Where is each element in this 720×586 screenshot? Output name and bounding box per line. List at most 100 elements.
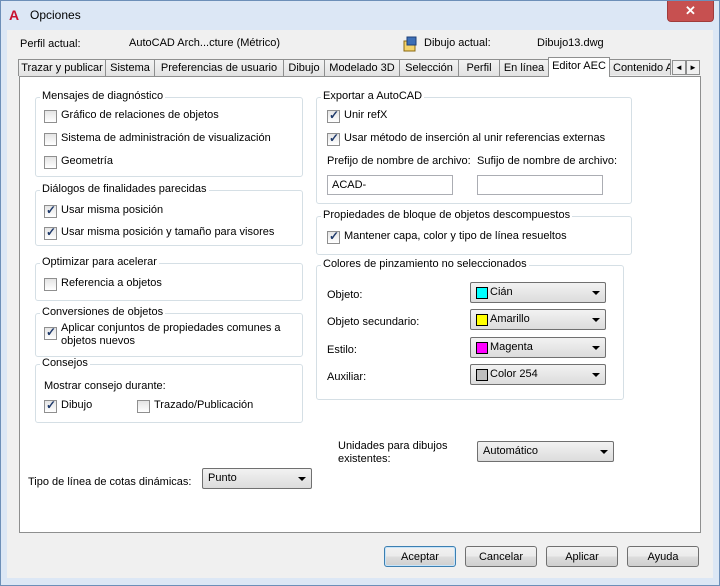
tab-system[interactable]: Sistema (105, 59, 155, 76)
similar-dialogs-title: Diálogos de finalidades parecidas (40, 183, 209, 195)
profile-value: AutoCAD Arch...cture (Métrico) (129, 37, 280, 49)
grip-auxiliary-label: Auxiliar: (327, 371, 367, 383)
object-reference-label: Referencia a objetos (61, 277, 162, 289)
export-title: Exportar a AutoCAD (321, 90, 425, 102)
conversions-title: Conversiones de objetos (40, 306, 166, 318)
same-position-checkbox[interactable] (44, 203, 57, 218)
grip-colors-title: Colores de pinzamiento no seleccionados (321, 258, 529, 270)
grip-subobject-label: Objeto secundario: (327, 316, 420, 328)
tab-online[interactable]: En línea (499, 59, 549, 76)
chevron-down-icon (592, 346, 600, 350)
aec-editor-panel: Mensajes de diagnóstico Gráfico de relac… (19, 76, 701, 533)
grip-colors-group: Colores de pinzamiento no seleccionados … (316, 258, 624, 400)
keep-layer-color-checkbox[interactable] (327, 229, 340, 244)
object-reference-checkbox[interactable] (44, 278, 57, 291)
apply-property-sets-checkbox[interactable] (44, 325, 57, 340)
diagnostics-group: Mensajes de diagnóstico Gráfico de relac… (35, 90, 303, 177)
same-position-size-label: Usar misma posición y tamaño para visore… (61, 226, 275, 238)
cyan-swatch (476, 287, 488, 299)
dim-linetype-dropdown[interactable]: Punto (202, 468, 312, 489)
tab-user-preferences[interactable]: Preferencias de usuario (154, 59, 284, 76)
title-bar[interactable]: A Opciones ✕ (1, 1, 719, 31)
units-dropdown[interactable]: Automático (477, 441, 614, 462)
tab-profile[interactable]: Perfil (458, 59, 500, 76)
tab-scroll-right-button[interactable]: ► (686, 60, 700, 75)
bind-xref-label: Unir refX (344, 109, 388, 121)
drawing-label: Dibujo actual: (424, 37, 491, 49)
help-button[interactable]: Ayuda (627, 546, 699, 567)
tab-selection[interactable]: Selección (399, 59, 459, 76)
display-system-label: Sistema de administración de visualizaci… (61, 132, 271, 144)
tips-group: Consejos Mostrar consejo durante: Dibujo… (35, 357, 303, 423)
similar-dialogs-group: Diálogos de finalidades parecidas Usar m… (35, 183, 303, 246)
prefix-input[interactable]: ACAD- (327, 175, 453, 195)
magenta-swatch (476, 342, 488, 354)
tips-plot-publish-label: Trazado/Publicación (154, 399, 254, 411)
dim-linetype-value: Punto (208, 472, 237, 484)
suffix-label: Sufijo de nombre de archivo: (477, 155, 618, 167)
diagnostics-title: Mensajes de diagnóstico (40, 90, 166, 102)
optimize-title: Optimizar para acelerar (40, 256, 159, 268)
grip-auxiliary-value: Color 254 (490, 368, 538, 380)
units-value: Automático (483, 445, 539, 457)
gray-swatch (476, 369, 488, 381)
grip-subobject-value: Amarillo (490, 313, 530, 325)
block-props-group: Propiedades de bloque de objetos descomp… (316, 209, 632, 255)
same-position-size-checkbox[interactable] (44, 225, 57, 240)
apply-property-sets-label-line1: Aplicar conjuntos de propiedades comunes… (61, 322, 281, 334)
apply-button[interactable]: Aplicar (546, 546, 618, 567)
drawing-icon (403, 36, 417, 52)
grip-subobject-dropdown[interactable]: Amarillo (470, 309, 606, 330)
close-button[interactable]: ✕ (667, 1, 714, 22)
chevron-down-icon (592, 291, 600, 295)
grip-auxiliary-dropdown[interactable]: Color 254 (470, 364, 606, 385)
tab-scroll-left-button[interactable]: ◄ (672, 60, 686, 75)
units-label-line1: Unidades para dibujos (338, 440, 448, 452)
drawing-value: Dibujo13.dwg (537, 37, 604, 49)
keep-layer-color-label: Mantener capa, color y tipo de línea res… (344, 230, 567, 242)
insert-method-label: Usar método de inserción al unir referen… (344, 132, 606, 144)
options-dialog: A Opciones ✕ Perfil actual: AutoCAD Arch… (0, 0, 720, 586)
bind-xref-checkbox[interactable] (327, 108, 340, 123)
grip-object-dropdown[interactable]: Cián (470, 282, 606, 303)
insert-method-checkbox[interactable] (327, 131, 340, 146)
tab-aec-content[interactable]: Contenido A (609, 59, 671, 75)
tips-plot-publish-checkbox[interactable] (137, 400, 150, 413)
profile-label: Perfil actual: (20, 38, 81, 50)
yellow-swatch (476, 314, 488, 326)
suffix-input[interactable] (477, 175, 603, 195)
grip-style-label: Estilo: (327, 344, 357, 356)
prefix-label: Prefijo de nombre de archivo: (327, 155, 471, 167)
grip-style-value: Magenta (490, 341, 533, 353)
tab-strip: Trazar y publicar Sistema Preferencias d… (17, 57, 707, 77)
object-relation-graph-label: Gráfico de relaciones de objetos (61, 109, 219, 121)
tab-drafting[interactable]: Dibujo (283, 59, 325, 76)
chevron-down-icon (600, 450, 608, 454)
tips-drawing-checkbox[interactable] (44, 398, 57, 413)
grip-object-value: Cián (490, 286, 513, 298)
apply-property-sets-label-line2: objetos nuevos (61, 335, 135, 347)
tab-3d-modeling[interactable]: Modelado 3D (324, 59, 400, 76)
optimize-group: Optimizar para acelerar Referencia a obj… (35, 256, 303, 301)
conversions-group: Conversiones de objetos Aplicar conjunto… (35, 306, 303, 357)
tips-subtitle: Mostrar consejo durante: (44, 380, 166, 392)
geometry-label: Geometría (61, 155, 113, 167)
export-group: Exportar a AutoCAD Unir refX Usar método… (316, 90, 632, 204)
chevron-down-icon (592, 318, 600, 322)
grip-style-dropdown[interactable]: Magenta (470, 337, 606, 358)
chevron-down-icon (298, 477, 306, 481)
tab-plot-publish[interactable]: Trazar y publicar (18, 59, 106, 76)
geometry-checkbox[interactable] (44, 156, 57, 169)
accept-button[interactable]: Aceptar (384, 546, 456, 567)
tips-drawing-label: Dibujo (61, 399, 93, 411)
autocad-app-icon: A (9, 7, 20, 23)
profile-row: Perfil actual: AutoCAD Arch...cture (Mét… (7, 30, 713, 58)
grip-object-label: Objeto: (327, 289, 363, 301)
display-system-checkbox[interactable] (44, 133, 57, 146)
chevron-down-icon (592, 373, 600, 377)
object-relation-graph-checkbox[interactable] (44, 110, 57, 123)
dim-linetype-label: Tipo de línea de cotas dinámicas: (28, 476, 192, 488)
cancel-button[interactable]: Cancelar (465, 546, 537, 567)
tab-aec-editor[interactable]: Editor AEC (548, 57, 610, 77)
tips-title: Consejos (40, 357, 90, 369)
